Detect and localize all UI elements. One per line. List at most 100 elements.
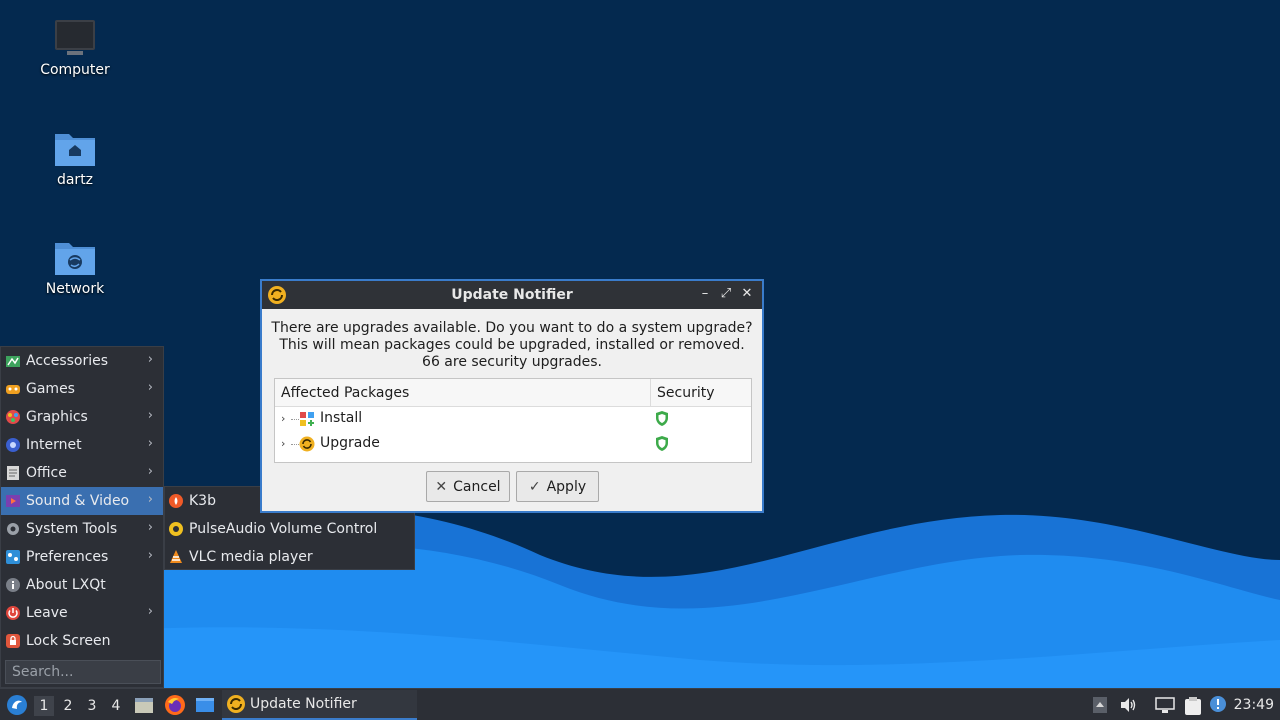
- update-notifier-app-icon: [227, 695, 245, 713]
- desktop-icon-label: Computer: [40, 62, 110, 78]
- application-menu: Accessories › Games › Graphics › Interne…: [0, 346, 164, 688]
- home-folder-icon: [55, 134, 95, 166]
- submenu-item-pulseaudio[interactable]: PulseAudio Volume Control: [165, 515, 414, 543]
- table-row[interactable]: › Install: [275, 407, 751, 432]
- row-label: Install: [320, 410, 363, 426]
- desktop-icon-label: dartz: [56, 172, 94, 188]
- menu-item-label: Sound & Video: [26, 493, 130, 509]
- menu-search-input[interactable]: Search...: [5, 660, 161, 684]
- submenu-item-label: PulseAudio Volume Control: [189, 521, 378, 537]
- volume-icon[interactable]: [1119, 696, 1137, 714]
- menu-item-internet[interactable]: Internet ›: [1, 431, 163, 459]
- network-icon[interactable]: [1155, 696, 1175, 714]
- chevron-right-icon: ›: [147, 408, 153, 423]
- maximize-icon[interactable]: ⤢: [717, 285, 735, 303]
- tree-connector: [291, 444, 299, 445]
- dialog-title: Update Notifier: [451, 287, 573, 303]
- menu-item-label: Accessories: [26, 353, 109, 369]
- update-notifier-app-icon: [268, 286, 286, 304]
- firefox-icon[interactable]: [164, 694, 186, 716]
- system-tools-icon: [7, 523, 19, 535]
- checkmark-icon: ✓: [528, 478, 541, 495]
- lock-icon: [6, 634, 20, 648]
- show-desktop-icon[interactable]: [195, 695, 215, 715]
- close-icon: ✕: [435, 478, 448, 495]
- chevron-right-icon: ›: [147, 436, 153, 451]
- games-icon: [6, 385, 20, 394]
- menu-item-label: Office: [26, 465, 67, 481]
- menu-item-label: Preferences: [26, 549, 109, 565]
- close-icon[interactable]: ✕: [738, 285, 756, 303]
- preferences-icon: [6, 550, 20, 564]
- expand-arrow-icon[interactable]: ›: [281, 437, 285, 450]
- desktop-icon-computer[interactable]: Computer: [20, 18, 130, 78]
- tree-connector: [291, 419, 299, 420]
- submenu-item-label: VLC media player: [189, 549, 313, 565]
- chevron-right-icon: ›: [147, 604, 153, 619]
- chevron-right-icon: ›: [147, 380, 153, 395]
- info-icon: [6, 578, 20, 592]
- update-notifier-dialog: Update Notifier – ⤢ ✕ There are upgrades…: [260, 279, 764, 513]
- pulseaudio-icon: [169, 522, 183, 536]
- menu-item-label: About LXQt: [26, 577, 106, 593]
- message-line: 66 are security upgrades.: [422, 354, 602, 370]
- menu-item-sound-video[interactable]: Sound & Video ›: [1, 487, 163, 515]
- k3b-icon: [169, 494, 183, 508]
- minimize-icon[interactable]: –: [696, 285, 714, 303]
- apply-button[interactable]: ✓ Apply: [516, 471, 599, 502]
- chevron-right-icon: ›: [147, 492, 153, 507]
- update-alert-icon[interactable]: [1208, 694, 1228, 714]
- menu-item-leave[interactable]: Leave ›: [1, 599, 163, 627]
- clock[interactable]: 23:49: [1234, 697, 1274, 713]
- chevron-right-icon: ›: [147, 520, 153, 535]
- menu-item-lock-screen[interactable]: Lock Screen: [1, 627, 163, 655]
- cancel-button[interactable]: ✕ Cancel: [426, 471, 510, 502]
- workspace-4[interactable]: 4: [106, 696, 126, 716]
- menu-item-graphics[interactable]: Graphics ›: [1, 403, 163, 431]
- vlc-icon: [170, 550, 182, 563]
- taskbar: 1 2 3 4 Update Notifier 23:49: [0, 688, 1280, 720]
- message-line: This will mean packages could be upgrade…: [279, 337, 745, 353]
- chevron-right-icon: ›: [147, 352, 153, 367]
- power-icon: [6, 606, 20, 620]
- menu-item-label: Graphics: [26, 409, 88, 425]
- menu-item-label: Internet: [26, 437, 82, 453]
- main-menu-icon[interactable]: [6, 694, 28, 716]
- dialog-titlebar[interactable]: Update Notifier – ⤢ ✕: [262, 281, 762, 309]
- tray-expand-icon[interactable]: [1092, 696, 1108, 714]
- menu-item-preferences[interactable]: Preferences ›: [1, 543, 163, 571]
- workspace-2[interactable]: 2: [58, 696, 78, 716]
- menu-item-office[interactable]: Office ›: [1, 459, 163, 487]
- cancel-button-label: Cancel: [453, 478, 501, 495]
- file-manager-icon[interactable]: [134, 695, 154, 715]
- menu-item-accessories[interactable]: Accessories ›: [1, 347, 163, 375]
- shield-icon: [656, 411, 668, 426]
- submenu-item-vlc[interactable]: VLC media player: [165, 543, 414, 571]
- install-icon: [300, 412, 314, 426]
- table-row[interactable]: › Upgrade: [275, 432, 751, 457]
- desktop-icon-network[interactable]: Network: [20, 237, 130, 297]
- internet-icon: [6, 438, 20, 452]
- graphics-icon: [6, 410, 20, 424]
- table-header: Affected Packages Security: [275, 379, 751, 407]
- workspace-3[interactable]: 3: [82, 696, 102, 716]
- accessories-icon: [6, 356, 20, 367]
- apply-button-label: Apply: [546, 478, 587, 495]
- chevron-right-icon: ›: [147, 464, 153, 479]
- menu-item-about[interactable]: About LXQt: [1, 571, 163, 599]
- clipboard-icon[interactable]: [1184, 696, 1202, 716]
- workspace-1[interactable]: 1: [34, 696, 54, 716]
- menu-item-games[interactable]: Games ›: [1, 375, 163, 403]
- task-label: Update Notifier: [250, 696, 357, 712]
- sound-video-icon: [6, 495, 20, 507]
- column-header-packages[interactable]: Affected Packages: [275, 379, 651, 406]
- desktop-icon-home[interactable]: dartz: [20, 128, 130, 188]
- chevron-right-icon: ›: [147, 548, 153, 563]
- expand-arrow-icon[interactable]: ›: [281, 412, 285, 425]
- column-header-security[interactable]: Security: [651, 379, 715, 406]
- menu-item-system-tools[interactable]: System Tools ›: [1, 515, 163, 543]
- row-label: Upgrade: [320, 435, 380, 451]
- message-line: There are upgrades available. Do you wan…: [271, 320, 753, 336]
- submenu-item-label: K3b: [189, 493, 216, 509]
- taskbar-task-update-notifier[interactable]: Update Notifier: [222, 690, 417, 720]
